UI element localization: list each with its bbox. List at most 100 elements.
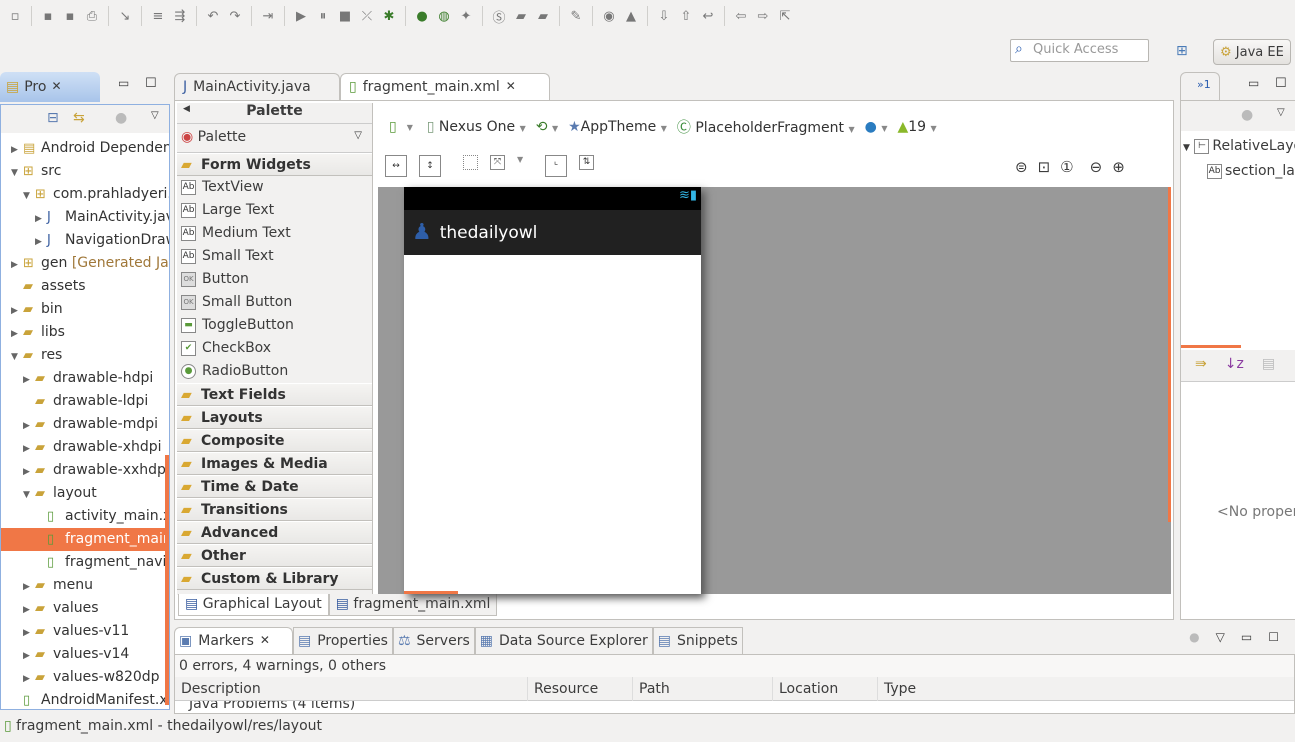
zoom-out-icon[interactable]: ⊖ xyxy=(1090,158,1103,176)
palette-widget[interactable]: Ab TextView xyxy=(177,176,372,199)
expand-arrow-icon[interactable]: ▶ xyxy=(35,231,47,254)
tab-editor-mode[interactable]: ▤ Graphical Layout xyxy=(178,594,329,616)
palette-group[interactable]: ▰ Time & Date xyxy=(177,475,372,498)
disconnect-icon[interactable]: ⤫ xyxy=(358,7,376,25)
tree-item[interactable]: ▶ ▰ libs xyxy=(1,321,169,344)
tree-item[interactable]: ▶ ▰ bin xyxy=(1,298,169,321)
categories-icon[interactable]: ⇛ xyxy=(1195,356,1207,381)
collapse-palette-icon[interactable]: ◀ xyxy=(183,104,190,114)
open-task-icon[interactable]: ▰ xyxy=(534,7,552,25)
tab-properties[interactable]: ▤ Properties xyxy=(292,627,393,654)
change-layout-button[interactable]: ⇅ xyxy=(579,155,594,170)
globe-icon[interactable]: ◉ xyxy=(600,7,618,25)
tree-item[interactable]: ▶ ▰ drawable-hdpi xyxy=(1,367,169,390)
fill-width-button[interactable]: ↔ xyxy=(385,155,407,177)
tab-data-source-explorer[interactable]: ▦ Data Source Explorer xyxy=(474,627,653,654)
build-icon[interactable]: ≡ xyxy=(149,7,167,25)
expand-arrow-icon[interactable]: ▶ xyxy=(23,415,35,438)
zoom-in-icon[interactable]: ⊕ xyxy=(1112,158,1125,176)
last-edit-icon[interactable]: ↩ xyxy=(699,7,717,25)
tree-item[interactable]: ▼ ▰ layout xyxy=(1,482,169,505)
palette-widget[interactable]: ▬ ToggleButton xyxy=(177,314,372,337)
expand-arrow-icon[interactable]: ▶ xyxy=(23,668,35,691)
expand-arrow-icon[interactable]: ▼ xyxy=(23,185,35,208)
tree-item[interactable]: ▼⊞com.prahladyeri.thedailyowl xyxy=(1,183,169,206)
minimize-icon[interactable]: ▭ xyxy=(1248,76,1259,90)
run-icon[interactable]: ● xyxy=(413,7,431,25)
tree-item[interactable]: ▯activity_main.xml xyxy=(1,505,169,528)
device-dropdown[interactable]: ▯ Nexus One ▼ xyxy=(427,119,526,135)
expand-arrow-icon[interactable]: ▶ xyxy=(11,323,23,346)
palette-group[interactable]: ▰ Advanced xyxy=(177,521,372,544)
expand-arrow-icon[interactable]: ▶ xyxy=(23,599,35,622)
tab-project-explorer[interactable]: ▤ Pro ✕ xyxy=(0,72,100,102)
android-sdk-icon[interactable]: ▲ xyxy=(622,7,640,25)
palette-widget[interactable]: Ab Medium Text xyxy=(177,222,372,245)
view-menu-icon[interactable]: ▽ xyxy=(1277,107,1285,118)
zoom-fit-icon[interactable]: ⊜ xyxy=(1015,158,1028,176)
debug-icon[interactable]: ✱ xyxy=(380,7,398,25)
tree-item[interactable]: ▶JMainActivity.java xyxy=(1,206,169,229)
palette-widget[interactable]: Ab Small Text xyxy=(177,245,372,268)
tree-item[interactable]: ▶ ▰ drawable-mdpi xyxy=(1,413,169,436)
expand-arrow-icon[interactable]: ▶ xyxy=(11,254,23,277)
new-class-icon[interactable]: Ⓢ xyxy=(490,7,508,26)
quick-access-input[interactable]: ⌕ Quick Access xyxy=(1010,39,1149,62)
fill-height-button[interactable]: ↕ xyxy=(419,155,441,177)
tree-item[interactable]: ▯fragment_navigation_drawer.xml xyxy=(1,551,169,574)
locale-dropdown[interactable]: ● ▼ xyxy=(865,119,888,135)
forward-icon[interactable]: ⇨ xyxy=(754,7,772,25)
open-perspective-icon[interactable]: ⊞ xyxy=(1176,43,1188,59)
column-header-type[interactable]: Type xyxy=(878,677,1295,701)
expand-arrow-icon[interactable]: ▼ xyxy=(11,162,23,185)
expand-arrow-icon[interactable]: ▶ xyxy=(23,461,35,484)
new-wizard-icon[interactable]: ✦ xyxy=(457,7,475,25)
resume-icon[interactable]: ▶ xyxy=(292,7,310,25)
tree-item[interactable]: ▶ ▰ drawable-xxhdpi xyxy=(1,459,169,482)
undo-icon[interactable]: ↶ xyxy=(204,7,222,25)
terminate-icon[interactable]: ■ xyxy=(336,7,354,25)
close-icon[interactable]: ✕ xyxy=(506,79,516,100)
expand-arrow-icon[interactable]: ▶ xyxy=(11,139,23,162)
tab-editor-file[interactable]: J MainActivity.java xyxy=(174,73,340,100)
tree-item[interactable]: ▶JNavigationDrawerFragment.java xyxy=(1,229,169,252)
expand-arrow-icon[interactable]: ▶ xyxy=(23,622,35,645)
pin-icon[interactable]: ⇱ xyxy=(776,7,794,25)
scrollbar[interactable] xyxy=(165,455,169,705)
activity-dropdown[interactable]: Ⓒ PlaceholderFragment ▼ xyxy=(677,117,855,137)
redo-icon[interactable]: ↷ xyxy=(226,7,244,25)
layout-canvas[interactable]: ≋▮ ♟ thedailyowl xyxy=(378,187,1171,594)
tree-item[interactable]: ▶ ▰ values-v14 xyxy=(1,643,169,666)
api-level-dropdown[interactable]: ▲19 ▼ xyxy=(897,119,936,135)
palette-group-form-widgets[interactable]: ▰ Form Widgets xyxy=(177,153,372,176)
orientation-dropdown[interactable]: ⟲ ▼ xyxy=(536,119,558,135)
tab-servers[interactable]: ⚖ Servers xyxy=(392,627,475,654)
table-row[interactable]: Java Problems (4 items) xyxy=(175,701,1294,713)
tree-item[interactable]: ▼ ⊞ src xyxy=(1,160,169,183)
maximize-icon[interactable]: ☐ xyxy=(145,76,157,91)
new-icon[interactable]: ▫ xyxy=(6,7,24,25)
expand-arrow-icon[interactable]: ▼ xyxy=(1183,143,1190,153)
column-header-description[interactable]: Description xyxy=(175,677,528,701)
expand-arrow-icon[interactable]: ▼ xyxy=(23,484,35,507)
tree-item[interactable]: ▶ ▰ values xyxy=(1,597,169,620)
minimize-icon[interactable]: ▭ xyxy=(1241,630,1252,644)
palette-group[interactable]: ▰ Layouts xyxy=(177,406,372,429)
view-menu-icon[interactable]: ▽ xyxy=(151,110,159,121)
save-all-icon[interactable]: ▪ xyxy=(61,7,79,25)
skip-icon[interactable]: ⇥ xyxy=(259,7,277,25)
tree-item[interactable]: ▶ ▰ values-v11 xyxy=(1,620,169,643)
palette-group[interactable]: ▰ Other xyxy=(177,544,372,567)
palette-widget[interactable]: OK Small Button xyxy=(177,291,372,314)
prev-annotation-icon[interactable]: ⇧ xyxy=(677,7,695,25)
print-icon[interactable]: ⎙ xyxy=(83,7,101,25)
tree-item[interactable]: ▯fragment_main.xml xyxy=(1,528,169,551)
run-external-icon[interactable]: ⇶ xyxy=(171,7,189,25)
back-icon[interactable]: ⇦ xyxy=(732,7,750,25)
open-type-icon[interactable]: ▰ xyxy=(512,7,530,25)
scrollbar[interactable] xyxy=(1168,187,1171,522)
suspend-icon[interactable]: ⏸ xyxy=(314,7,332,25)
expand-arrow-icon[interactable]: ▶ xyxy=(11,300,23,323)
save-icon[interactable]: ▪ xyxy=(39,7,57,25)
palette-group[interactable]: ▰ Text Fields xyxy=(177,383,372,406)
